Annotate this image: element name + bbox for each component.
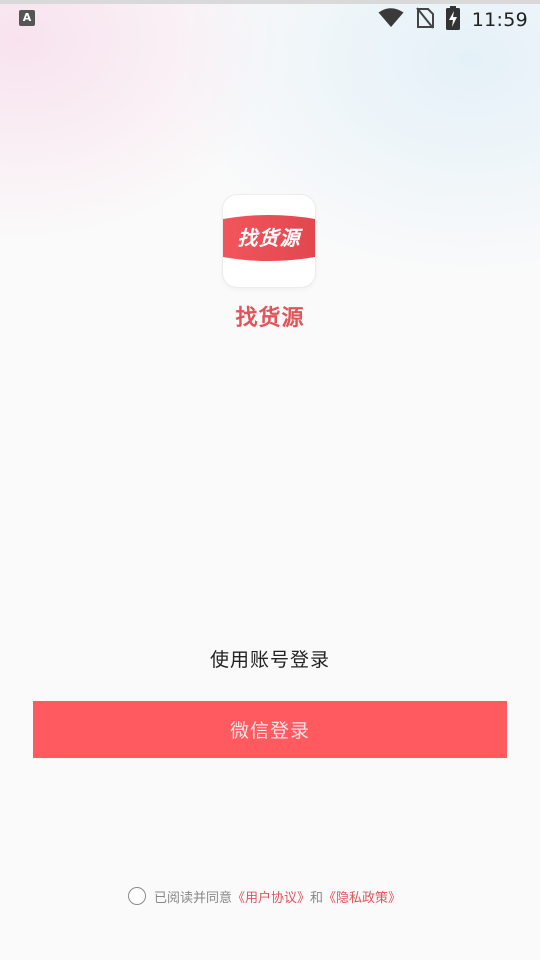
app-logo: 找货源 xyxy=(223,195,315,287)
app-name: 找货源 xyxy=(235,306,305,331)
no-sim-icon xyxy=(415,7,434,33)
wifi-icon xyxy=(378,8,404,32)
status-bar: A 11:59 xyxy=(0,4,540,36)
agreement-prefix: 已阅读并同意 xyxy=(154,890,233,906)
logo-banner: 找货源 xyxy=(223,213,315,263)
privacy-policy-link[interactable]: 《隐私政策》 xyxy=(323,887,401,906)
status-bar-right: 11:59 xyxy=(378,6,528,34)
agreement-checkbox[interactable] xyxy=(128,887,146,905)
battery-charging-icon xyxy=(445,6,460,34)
agreement-conjunction: 和 xyxy=(310,890,324,906)
accessibility-notification-icon: A xyxy=(19,10,35,26)
wechat-login-button[interactable]: 微信登录 xyxy=(33,701,507,758)
status-time: 11:59 xyxy=(471,9,528,31)
agreement-row: 已阅读并同意 《用户协议》 和 《隐私政策》 xyxy=(128,886,401,906)
user-agreement-link[interactable]: 《用户协议》 xyxy=(232,887,310,906)
account-login-link[interactable]: 使用账号登录 xyxy=(120,645,420,672)
logo-text: 找货源 xyxy=(237,226,301,250)
